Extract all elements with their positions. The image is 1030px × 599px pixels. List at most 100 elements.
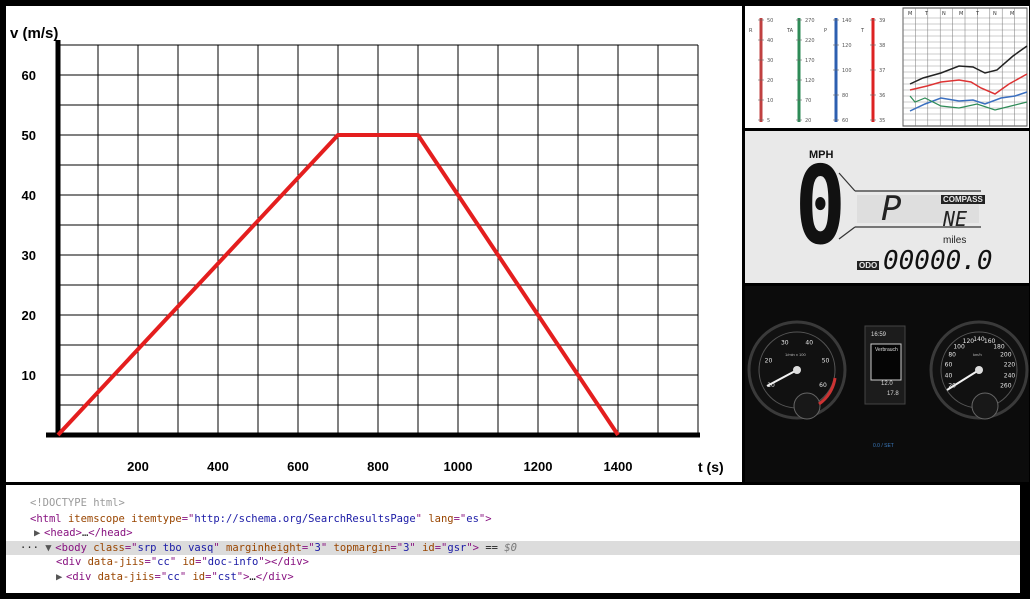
gauge-tick-label: 80 [948, 352, 956, 359]
vital-scale-tick: 70 [805, 98, 811, 104]
code-token: =" [144, 556, 158, 568]
code-token: $0 [504, 542, 517, 554]
x-tick-label: 1000 [444, 459, 473, 474]
vital-day-label: T [975, 11, 980, 17]
vital-scale-tick: 120 [842, 43, 852, 49]
vital-scale-tick: 38 [879, 43, 885, 49]
velocity-time-chart-panel: 200 400 600 800 1000 1200 1400 10 20 30 40 50 60 v (… [6, 6, 742, 482]
code-token: <html [30, 513, 68, 525]
cluster-value-1: 12.0 [881, 381, 893, 387]
vital-scale-tick: 20 [767, 78, 773, 84]
dom-node-row[interactable]: <div data-jiis="cc" id="doc-info"></div> [6, 555, 1020, 569]
code-token: <!DOCTYPE html> [30, 497, 125, 509]
code-token: " [169, 556, 183, 568]
code-token: " [213, 542, 227, 554]
code-token: =" [195, 556, 208, 568]
speedometer-unit: km/h [973, 352, 982, 357]
compass-heading: NE [943, 207, 968, 231]
dom-node-row[interactable]: ▶ <head>…</head> [6, 526, 1020, 540]
dom-node-row[interactable]: <!DOCTYPE html> [6, 496, 1020, 510]
dom-node-row[interactable]: ▶ <div data-jiis="cc" id="cst">…</div> [6, 570, 1020, 584]
code-token: </div> [255, 571, 294, 583]
code-token: data-jiis [87, 556, 145, 568]
code-token: </head> [88, 527, 133, 539]
code-token: <div [56, 556, 88, 568]
cluster-time: 16:59 [871, 332, 887, 338]
code-token: itemscope itemtype [67, 513, 182, 525]
code-token: == [479, 542, 505, 554]
instrument-cluster-photo: 10 20 30 40 50 60 20 40 60 80 100 120 140 160 180 200 2… [745, 286, 1029, 482]
code-token: cc [167, 571, 180, 583]
vital-scale-tick: 10 [767, 98, 773, 104]
chart-tick-labels: 200 400 600 800 1000 1200 1400 10 20 30 40 50 60 [22, 68, 633, 474]
tachometer-gauge [747, 320, 847, 420]
vital-scale-tick: 35 [879, 118, 885, 124]
expand-toggle-icon[interactable]: ▶ [56, 570, 66, 584]
gauge-tick-label: 40 [805, 340, 813, 347]
vital-scale-tick: 30 [767, 58, 773, 64]
code-token: =" [181, 513, 195, 525]
vital-scale-tick: 40 [767, 38, 773, 44]
code-token: " [320, 542, 334, 554]
vital-scale-label: P [824, 28, 827, 34]
code-token: =" [124, 542, 138, 554]
code-token: marginheight [226, 542, 302, 554]
x-axis-label: t (s) [698, 459, 724, 475]
vital-scale-tick: 50 [767, 18, 773, 24]
code-token: " [415, 513, 429, 525]
code-token: =" [434, 542, 448, 554]
dom-node-row-selected[interactable]: ··· ▼ <body class="srp tbo vasq" marginhe… [6, 541, 1020, 555]
gauge-tick-label: 20 [765, 358, 773, 365]
y-tick-label: 40 [22, 188, 36, 203]
gauge-tick-label: 10 [767, 382, 775, 389]
gear-indicator: P [881, 189, 902, 229]
code-token: id [422, 542, 435, 554]
code-token: ··· [20, 542, 46, 554]
code-token: lang [428, 513, 454, 525]
expand-toggle-icon[interactable]: ▶ [34, 526, 44, 540]
gauge-tick-label: 30 [781, 340, 789, 347]
code-token: =" [205, 571, 218, 583]
gauge-tick-label: 60 [945, 362, 953, 369]
expand-toggle-icon[interactable]: ▼ [45, 541, 55, 555]
vital-signs-chart-image: R 50 40 30 20 10 5 TA 270 220 170 120 70 20 P 140 120 100… [749, 7, 1028, 127]
code-token: =" [154, 571, 168, 583]
miles-label: miles [943, 235, 967, 246]
speed-readout: 0 [795, 144, 846, 269]
vital-scale-tick: 170 [805, 58, 815, 64]
vital-signs-plot-lines [909, 45, 1028, 112]
code-token: " [179, 571, 193, 583]
code-token: class [93, 542, 125, 554]
code-token: doc-info [207, 556, 259, 568]
gauge-tick-label: 50 [822, 358, 830, 365]
code-token: <div [66, 571, 98, 583]
odo-label: ODO [857, 261, 880, 270]
vital-signs-scales: R 50 40 30 20 10 5 TA 270 220 170 120 70 20 P 140 120 100… [749, 18, 885, 124]
gauge-tick-label: 180 [993, 343, 1005, 350]
code-token: http://schema.org/SearchResultsPage [194, 513, 416, 525]
code-token: es [466, 513, 479, 525]
lcd-speed-display: MPH 0 P COMPASS NE miles ODO 00000.0 [745, 131, 1029, 283]
code-token: "> [478, 513, 492, 525]
vital-scale-label: R [749, 28, 753, 34]
dom-node-row[interactable]: <html itemscope itemtype="http://schema.… [6, 512, 1020, 526]
vital-signs-chart-thumbnail: R 50 40 30 20 10 5 TA 270 220 170 120 70 20 P 140 120 100… [745, 6, 1029, 128]
vital-scale-tick: 39 [879, 18, 885, 24]
gauge-tick-label: 40 [945, 372, 953, 379]
x-tick-label: 200 [127, 459, 149, 474]
odometer-readout: 00000.0 [883, 246, 993, 276]
compass-label: COMPASS [941, 195, 985, 204]
vital-scale-tick: 270 [805, 18, 815, 24]
x-tick-label: 800 [367, 459, 389, 474]
vital-day-label: N [942, 11, 946, 17]
gauge-tick-label: 20 [948, 383, 956, 390]
vital-scale-tick: 36 [879, 93, 885, 99]
cluster-bottom-text: 0.0 / SET [873, 443, 894, 449]
y-tick-label: 60 [22, 68, 36, 83]
code-token: =" [390, 542, 404, 554]
code-token: " [409, 542, 423, 554]
velocity-time-chart: 200 400 600 800 1000 1200 1400 10 20 30 40 50 60 v (… [10, 25, 724, 475]
code-token: id [192, 571, 206, 583]
vital-day-label: M [908, 11, 912, 17]
vital-scale-tick: 20 [805, 118, 811, 124]
